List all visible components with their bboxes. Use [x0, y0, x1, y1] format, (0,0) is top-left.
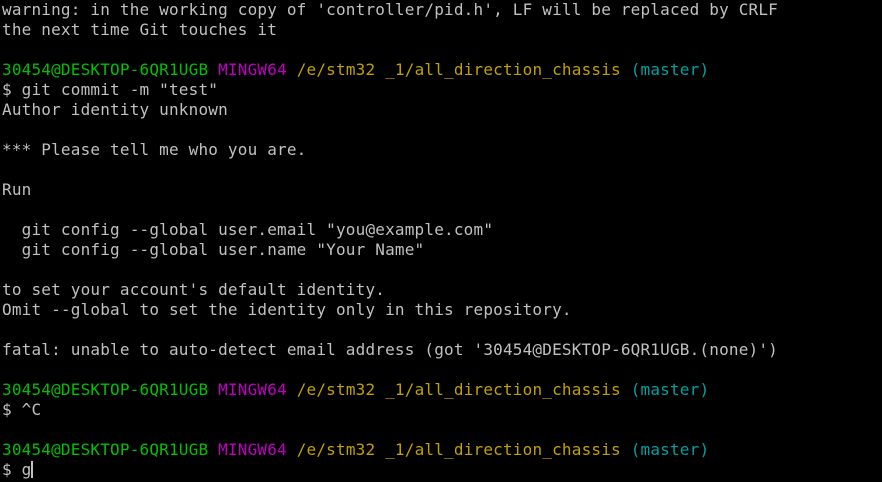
prompt-line: 30454@DESKTOP-6QR1UGB MINGW64 /e/stm32 _…: [2, 380, 882, 400]
command-input-text[interactable]: $ g: [2, 460, 31, 479]
output-line: Run: [2, 180, 882, 200]
output-line: $ ^C: [2, 400, 882, 420]
output-text: $ git commit -m "test": [2, 80, 219, 99]
command-input-line[interactable]: $ g: [2, 460, 882, 480]
output-line: $ git commit -m "test": [2, 80, 882, 100]
output-text: $ ^C: [2, 400, 42, 419]
output-text: Author identity unknown: [2, 100, 228, 119]
output-text: git config --global user.name "Your Name…: [2, 240, 425, 259]
output-text: warning: in the working copy of 'control…: [2, 0, 779, 19]
output-line: Author identity unknown: [2, 100, 882, 120]
prompt-branch: (master): [630, 440, 710, 459]
prompt-branch: (master): [630, 380, 710, 399]
prompt-shell: MINGW64: [218, 380, 287, 399]
output-text: Omit --global to set the identity only i…: [2, 300, 572, 319]
output-text: git config --global user.email "you@exam…: [2, 220, 494, 239]
output-text: to set your account's default identity.: [2, 280, 386, 299]
output-line: git config --global user.name "Your Name…: [2, 240, 882, 260]
prompt-shell: MINGW64: [218, 440, 287, 459]
prompt-user-host: 30454@DESKTOP-6QR1UGB: [2, 60, 209, 79]
prompt-user-host: 30454@DESKTOP-6QR1UGB: [2, 380, 209, 399]
output-line: to set your account's default identity.: [2, 280, 882, 300]
output-text: the next time Git touches it: [2, 20, 278, 39]
output-line: the next time Git touches it: [2, 20, 882, 40]
output-text: *** Please tell me who you are.: [2, 140, 307, 159]
output-line: git config --global user.email "you@exam…: [2, 220, 882, 240]
prompt-path: /e/stm32 _1/all_direction_chassis: [296, 60, 621, 79]
output-line: *** Please tell me who you are.: [2, 140, 882, 160]
output-line: fatal: unable to auto-detect email addre…: [2, 340, 882, 360]
text-cursor: [31, 461, 34, 478]
prompt-shell: MINGW64: [218, 60, 287, 79]
output-text: fatal: unable to auto-detect email addre…: [2, 340, 779, 359]
prompt-user-host: 30454@DESKTOP-6QR1UGB: [2, 440, 209, 459]
output-text: Run: [2, 180, 32, 199]
terminal-window[interactable]: warning: in the working copy of 'control…: [0, 0, 882, 482]
prompt-line: 30454@DESKTOP-6QR1UGB MINGW64 /e/stm32 _…: [2, 440, 882, 460]
prompt-line: 30454@DESKTOP-6QR1UGB MINGW64 /e/stm32 _…: [2, 60, 882, 80]
prompt-branch: (master): [630, 60, 710, 79]
output-line: warning: in the working copy of 'control…: [2, 0, 882, 20]
prompt-path: /e/stm32 _1/all_direction_chassis: [296, 440, 621, 459]
output-line: Omit --global to set the identity only i…: [2, 300, 882, 320]
prompt-path: /e/stm32 _1/all_direction_chassis: [296, 380, 621, 399]
